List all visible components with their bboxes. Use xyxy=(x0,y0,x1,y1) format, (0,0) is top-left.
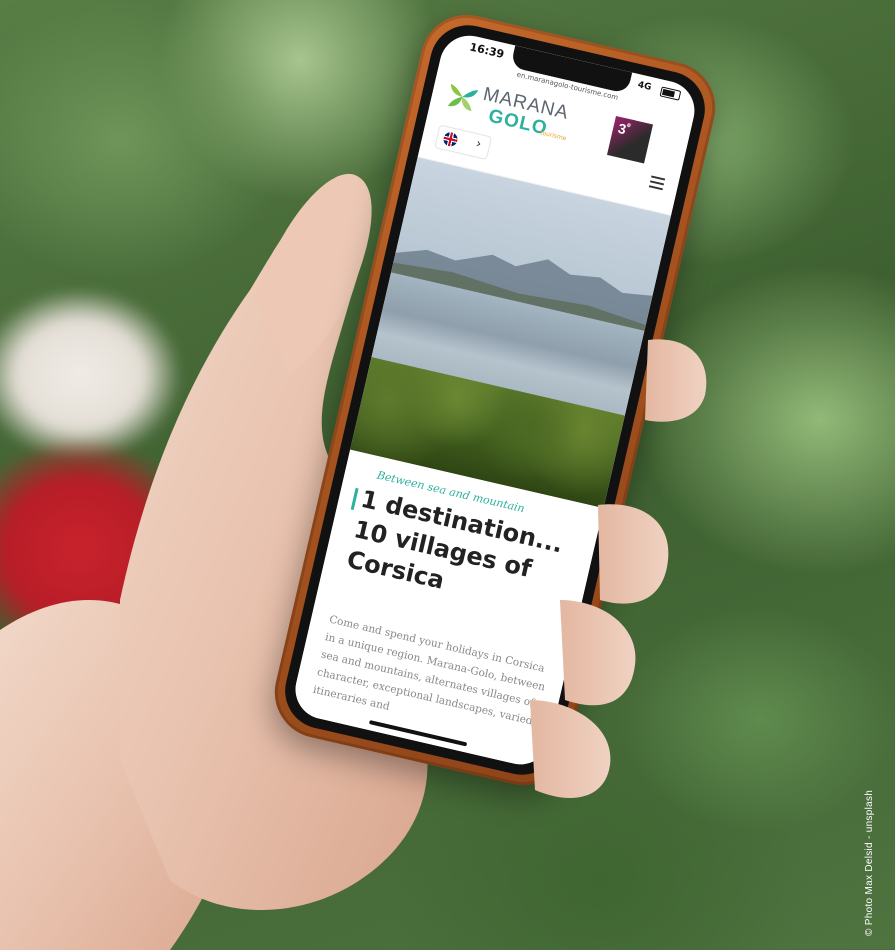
status-time: 16:39 xyxy=(468,40,506,61)
page-title: 1 destination... 10 villages of Corsica xyxy=(344,484,579,624)
hamburger-menu-icon[interactable] xyxy=(648,175,666,191)
chevron-right-icon: › xyxy=(474,136,483,153)
photo-credit: © Photo Max Delsid - unsplash xyxy=(864,789,875,936)
title-accent-bar xyxy=(350,487,359,511)
award-badge[interactable]: 3e xyxy=(607,115,654,164)
network-indicator: 4G xyxy=(636,80,653,94)
uk-flag-icon xyxy=(442,130,459,148)
leaf-logo-icon xyxy=(447,83,479,112)
badge-suffix: e xyxy=(626,121,632,130)
language-selector[interactable]: › xyxy=(434,124,493,160)
battery-icon xyxy=(659,86,682,101)
mountains-silhouette xyxy=(391,249,653,331)
